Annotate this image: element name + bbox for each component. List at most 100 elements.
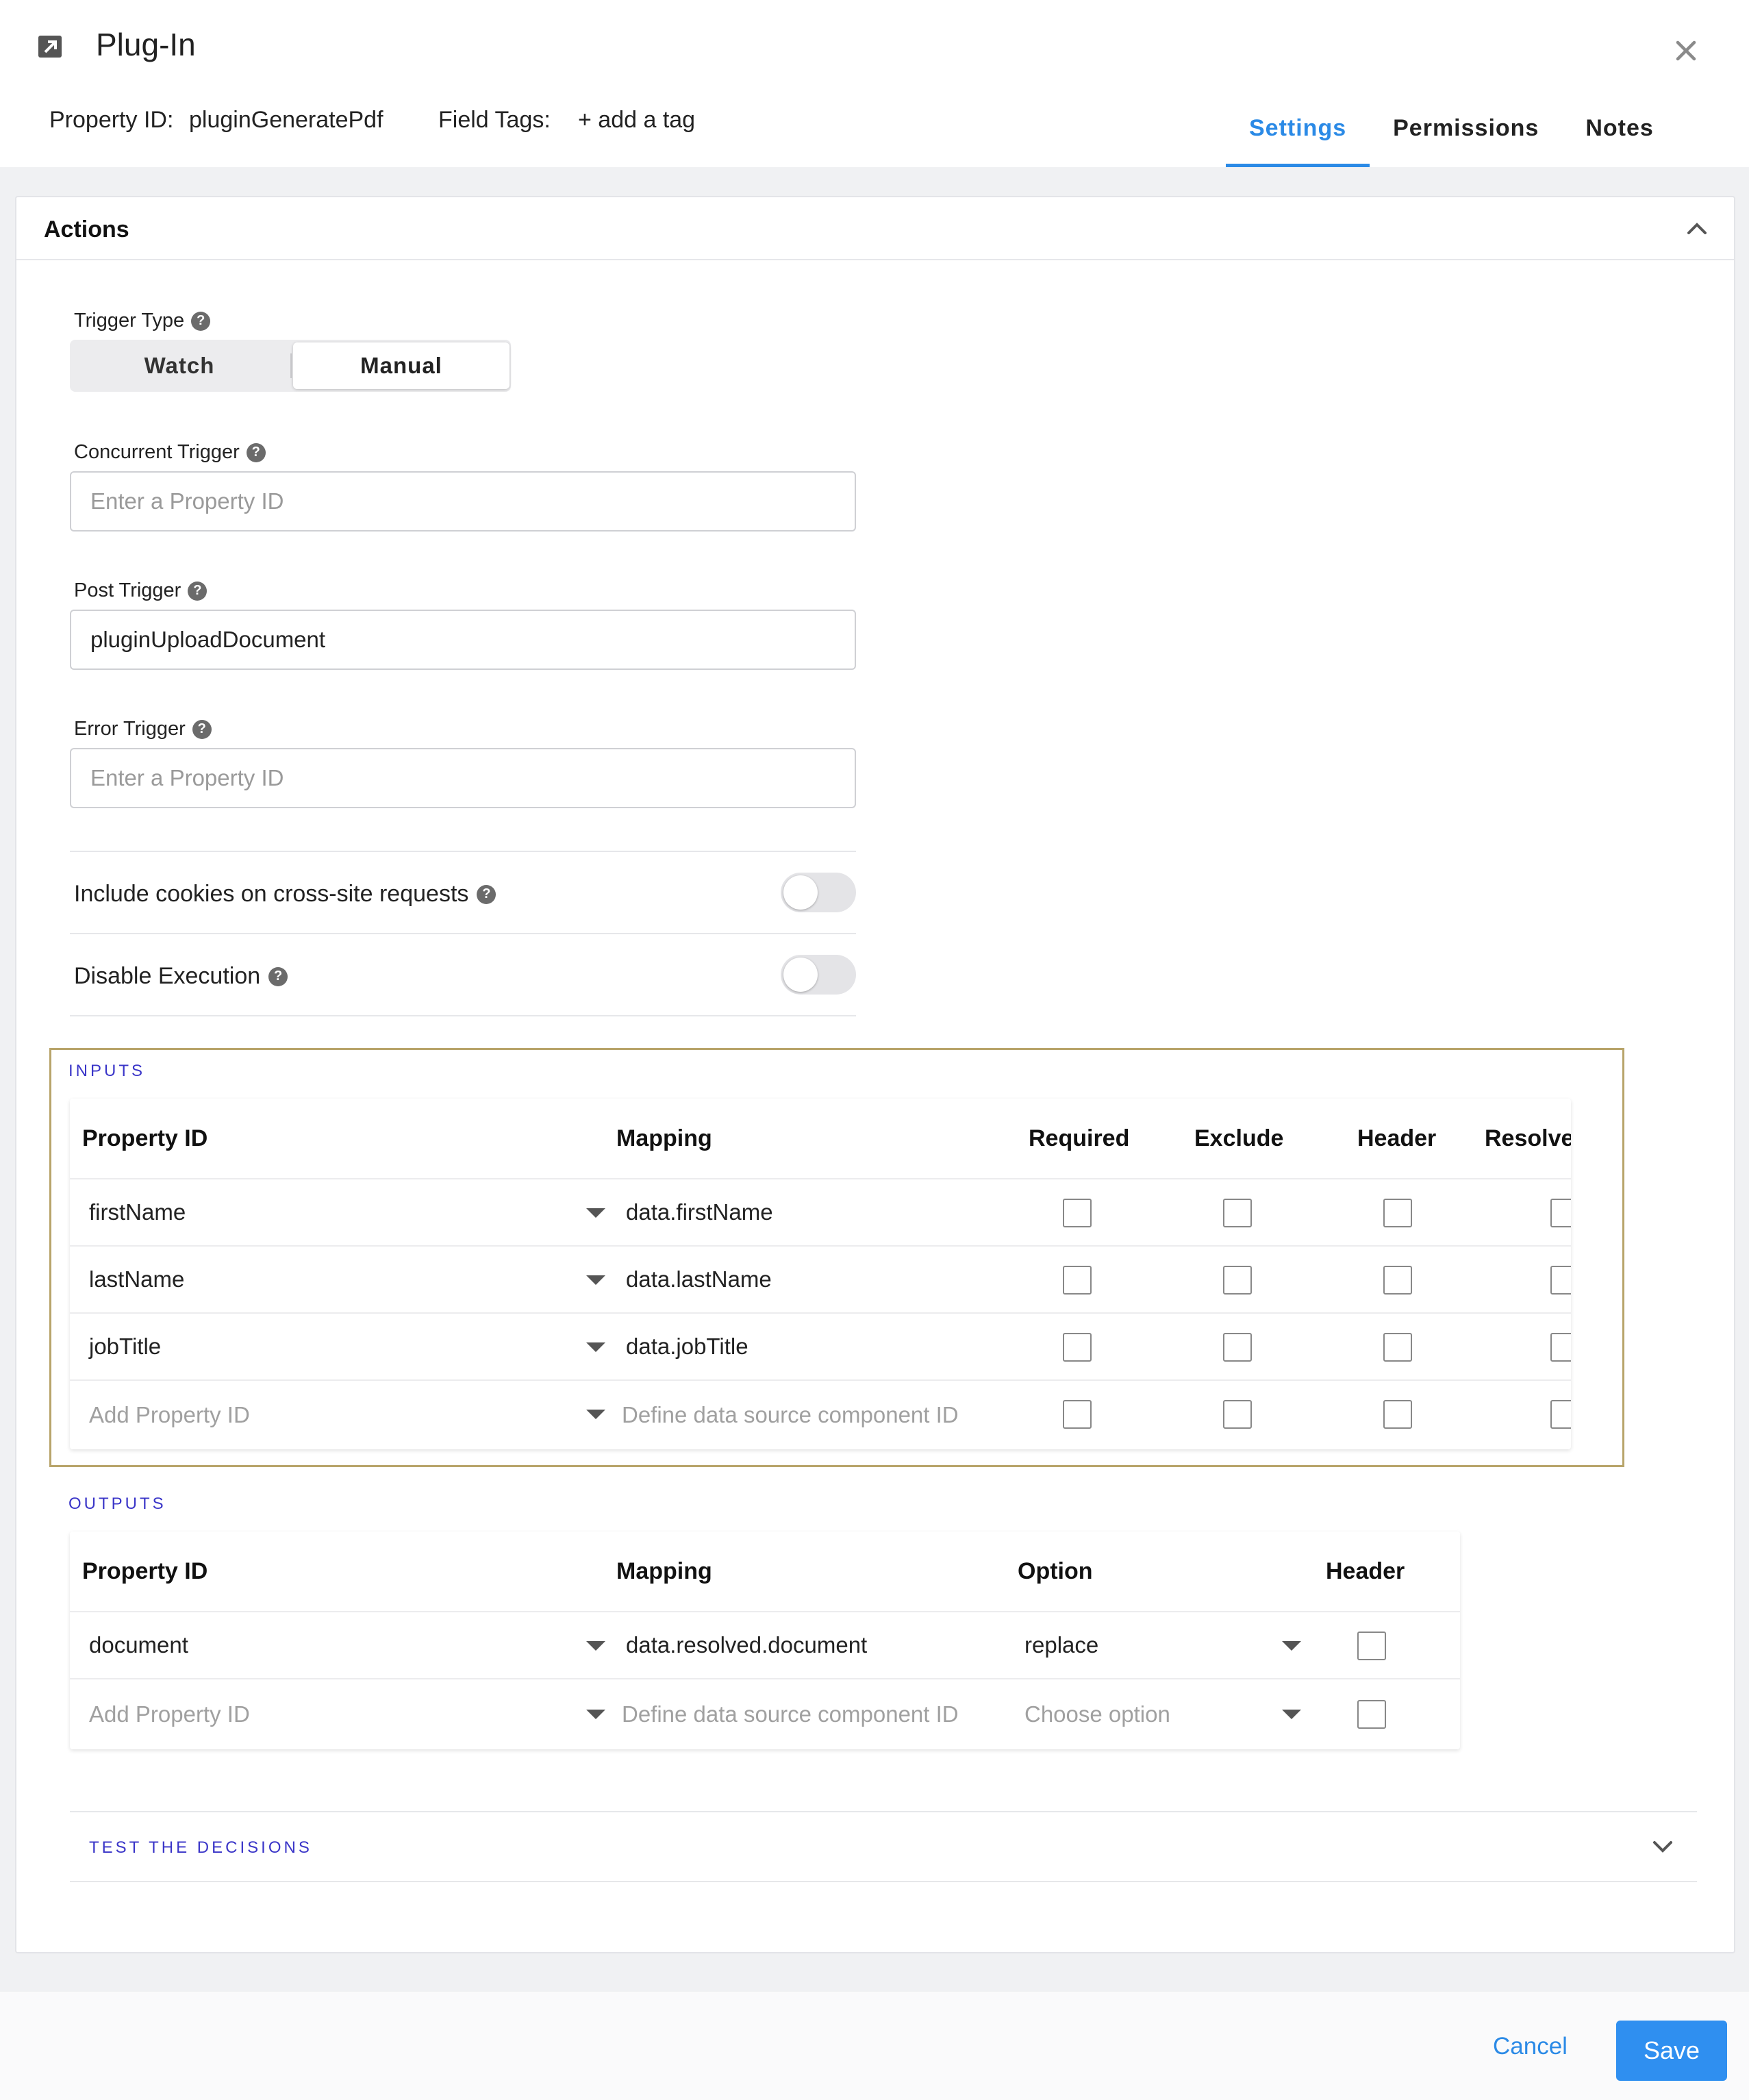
include-cookies-toggle[interactable]: [781, 873, 856, 912]
table-row: lastName data.lastName: [70, 1247, 1571, 1314]
row-mapping[interactable]: data.lastName: [626, 1247, 772, 1312]
dropdown-caret-icon[interactable]: [1282, 1641, 1301, 1651]
row-mapping[interactable]: data.resolved.document: [626, 1612, 867, 1678]
trigger-manual-option[interactable]: Manual: [293, 342, 509, 389]
toggle-knob: [783, 875, 818, 910]
add-mapping-input[interactable]: Define data source component ID: [622, 1679, 959, 1749]
cancel-button[interactable]: Cancel: [1493, 2033, 1568, 2060]
help-icon[interactable]: ?: [188, 581, 207, 601]
row-option[interactable]: replace: [1024, 1612, 1098, 1678]
required-checkbox[interactable]: [1063, 1199, 1092, 1227]
col-property-id: Property ID: [82, 1125, 208, 1151]
concurrent-trigger-input[interactable]: Enter a Property ID: [70, 471, 856, 532]
tab-permissions[interactable]: Permissions: [1370, 103, 1562, 167]
add-tag-link[interactable]: + add a tag: [578, 107, 695, 134]
row-property-id[interactable]: firstName: [89, 1179, 186, 1245]
exclude-checkbox[interactable]: [1223, 1333, 1252, 1362]
add-input-row: Add Property ID Define data source compo…: [70, 1381, 1571, 1449]
resolve-checkbox[interactable]: [1550, 1199, 1571, 1227]
header-checkbox[interactable]: [1357, 1632, 1386, 1660]
actions-panel-header[interactable]: Actions: [16, 197, 1734, 260]
help-icon[interactable]: ?: [246, 442, 266, 462]
header-checkbox[interactable]: [1383, 1266, 1412, 1295]
chevron-down-icon[interactable]: [1649, 1833, 1676, 1860]
dropdown-caret-icon[interactable]: [1282, 1710, 1301, 1719]
table-row: jobTitle data.jobTitle: [70, 1314, 1571, 1381]
dropdown-caret-icon[interactable]: [586, 1710, 605, 1719]
trigger-watch-option[interactable]: Watch: [70, 340, 289, 392]
error-trigger-input[interactable]: Enter a Property ID: [70, 748, 856, 808]
resolve-checkbox[interactable]: [1550, 1400, 1571, 1429]
col-exclude: Exclude: [1194, 1125, 1284, 1151]
table-row: firstName data.firstName: [70, 1179, 1571, 1247]
header-checkbox[interactable]: [1383, 1333, 1412, 1362]
choose-option-select[interactable]: Choose option: [1024, 1679, 1170, 1749]
segment-divider: [290, 353, 292, 378]
dropdown-caret-icon[interactable]: [586, 1275, 605, 1285]
row-mapping[interactable]: data.firstName: [626, 1179, 773, 1245]
dialog-header: Plug-In Property ID: pluginGeneratePdf F…: [0, 0, 1749, 167]
outputs-header-row: Property ID Mapping Option Header: [70, 1532, 1460, 1612]
error-trigger-label: Error Trigger ?: [74, 718, 212, 740]
disable-execution-toggle[interactable]: [781, 955, 856, 995]
dialog-title: Plug-In: [96, 27, 196, 62]
col-property-id: Property ID: [82, 1558, 208, 1584]
exclude-checkbox[interactable]: [1223, 1266, 1252, 1295]
add-property-id-input[interactable]: Add Property ID: [89, 1679, 250, 1749]
actions-panel: Actions Trigger Type ? Watch Manual Conc…: [15, 196, 1735, 1953]
required-checkbox[interactable]: [1063, 1333, 1092, 1362]
outputs-table: Property ID Mapping Option Header docume…: [70, 1532, 1460, 1749]
test-decisions-row[interactable]: TEST THE DECISIONS: [70, 1811, 1697, 1882]
post-trigger-input[interactable]: pluginUploadDocument: [70, 610, 856, 670]
help-icon[interactable]: ?: [192, 719, 212, 739]
dropdown-caret-icon[interactable]: [586, 1208, 605, 1218]
row-property-id[interactable]: lastName: [89, 1247, 184, 1312]
inputs-header-row: Property ID Mapping Required Exclude Hea…: [70, 1099, 1571, 1179]
col-mapping: Mapping: [616, 1558, 712, 1584]
col-header: Header: [1326, 1558, 1405, 1584]
required-checkbox[interactable]: [1063, 1266, 1092, 1295]
divider: [70, 851, 856, 852]
outputs-section-label: OUTPUTS: [68, 1495, 166, 1513]
header-checkbox[interactable]: [1357, 1700, 1386, 1729]
exclude-checkbox[interactable]: [1223, 1199, 1252, 1227]
trigger-type-toggle: Watch Manual: [70, 340, 511, 392]
dropdown-caret-icon[interactable]: [586, 1410, 605, 1419]
inputs-table: Property ID Mapping Required Exclude Hea…: [70, 1099, 1571, 1449]
help-icon[interactable]: ?: [191, 311, 211, 331]
help-icon[interactable]: ?: [268, 966, 288, 986]
header-checkbox[interactable]: [1383, 1199, 1412, 1227]
tab-settings[interactable]: Settings: [1226, 103, 1370, 167]
add-property-id-input[interactable]: Add Property ID: [89, 1381, 250, 1449]
disable-execution-row: Disable Execution ?: [74, 963, 288, 990]
resolve-checkbox[interactable]: [1550, 1266, 1571, 1295]
resolve-checkbox[interactable]: [1550, 1333, 1571, 1362]
divider: [70, 1015, 856, 1016]
external-link-icon: [38, 36, 62, 58]
save-button[interactable]: Save: [1616, 2021, 1727, 2081]
dropdown-caret-icon[interactable]: [586, 1641, 605, 1651]
add-output-row: Add Property ID Define data source compo…: [70, 1679, 1460, 1749]
row-mapping[interactable]: data.jobTitle: [626, 1314, 748, 1379]
tab-notes[interactable]: Notes: [1562, 103, 1676, 167]
col-required: Required: [1029, 1125, 1130, 1151]
row-property-id[interactable]: document: [89, 1612, 188, 1678]
post-trigger-label: Post Trigger ?: [74, 579, 207, 602]
dropdown-caret-icon[interactable]: [586, 1342, 605, 1352]
chevron-up-icon[interactable]: [1683, 215, 1711, 242]
table-row: document data.resolved.document replace: [70, 1612, 1460, 1679]
col-resolve: Resolve: [1485, 1125, 1571, 1151]
toggle-knob: [783, 958, 818, 992]
add-mapping-input[interactable]: Define data source component ID: [622, 1381, 959, 1449]
property-id-value: pluginGeneratePdf: [189, 107, 383, 133]
include-cookies-row: Include cookies on cross-site requests ?: [74, 881, 496, 908]
exclude-checkbox[interactable]: [1223, 1400, 1252, 1429]
close-icon[interactable]: [1668, 33, 1704, 68]
required-checkbox[interactable]: [1063, 1400, 1092, 1429]
help-icon[interactable]: ?: [477, 884, 496, 904]
actions-title: Actions: [44, 216, 129, 242]
header-checkbox[interactable]: [1383, 1400, 1412, 1429]
trigger-type-label: Trigger Type ?: [74, 310, 211, 332]
row-property-id[interactable]: jobTitle: [89, 1314, 161, 1379]
disable-execution-label: Disable Execution: [74, 963, 261, 989]
